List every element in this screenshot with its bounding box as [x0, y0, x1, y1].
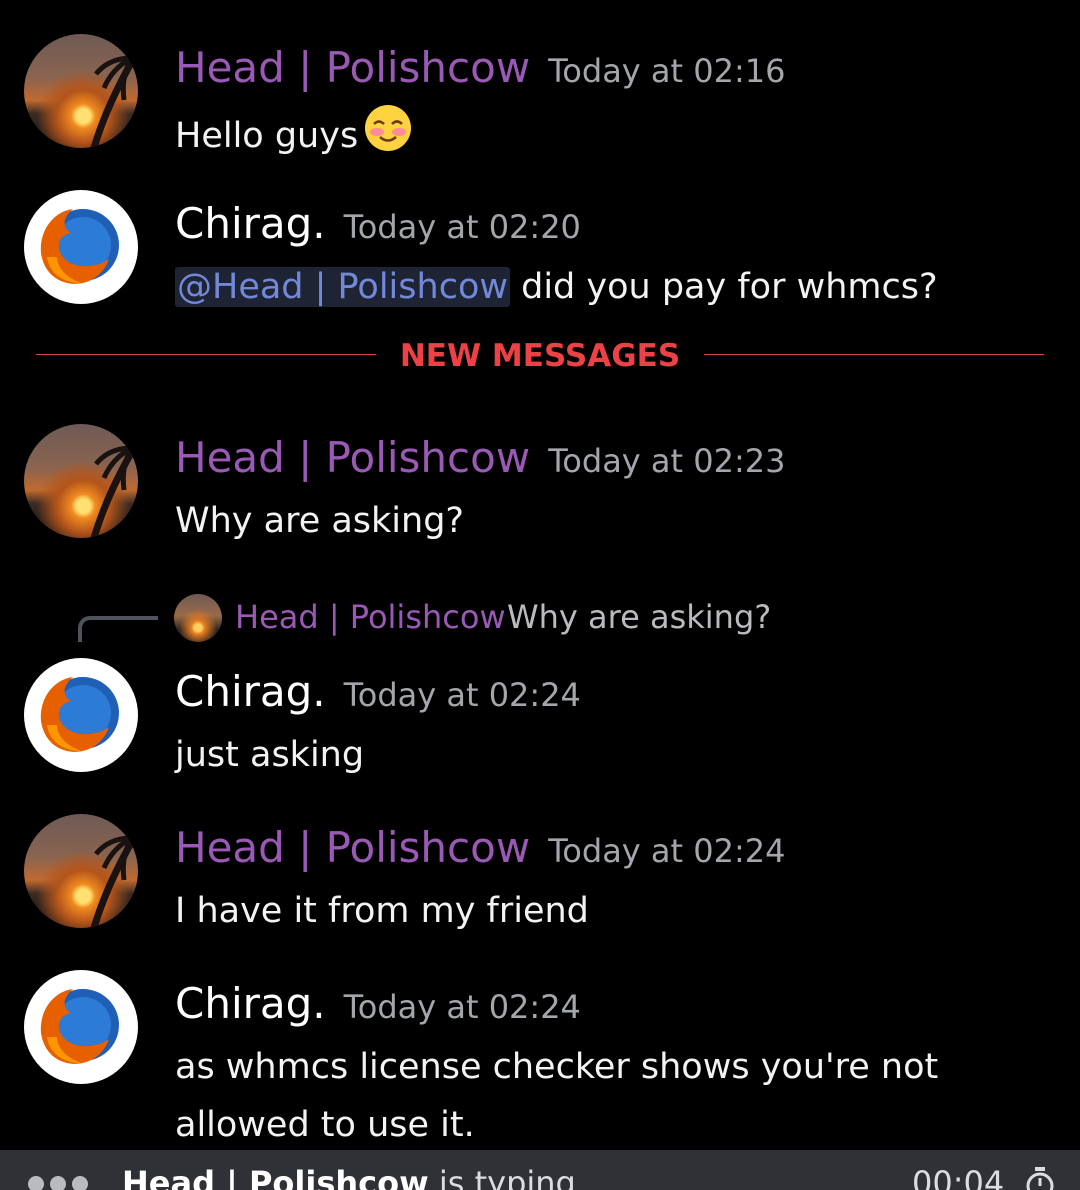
message-text: did you pay for whmcs?	[509, 267, 938, 307]
message-header: Chirag. Today at 02:24	[175, 666, 581, 718]
typing-indicator-bar: Head | Polishcow is typing... 00:04	[0, 1150, 1080, 1190]
message-content: as whmcs license checker shows you're no…	[175, 1038, 938, 1096]
reply-spine	[78, 616, 158, 642]
reply-username[interactable]: Head | Polishcow	[235, 598, 506, 636]
firefox-icon	[40, 209, 119, 284]
message-header: Head | Polishcow Today at 02:23	[175, 432, 785, 484]
username[interactable]: Head | Polishcow	[175, 43, 530, 92]
message: Chirag. Today at 02:24 just asking	[0, 658, 1080, 778]
chat-view: Head | Polishcow Today at 02:16 Hello guy…	[0, 0, 1080, 1190]
message-header: Head | Polishcow Today at 02:24	[175, 822, 785, 874]
reply-text[interactable]: Why are asking?	[507, 598, 771, 636]
avatar[interactable]	[24, 34, 138, 148]
timestamp: Today at 02:24	[548, 832, 786, 870]
message-content: Why are asking?	[175, 492, 464, 550]
message-header: Chirag. Today at 02:20	[175, 198, 581, 250]
avatar[interactable]	[24, 658, 138, 772]
avatar[interactable]	[24, 190, 138, 304]
message-text: just asking	[175, 735, 365, 775]
typing-suffix: is typing...	[428, 1164, 607, 1190]
palm-tree-icon	[90, 442, 138, 538]
message-content: allowed to use it.	[175, 1096, 475, 1154]
timestamp: Today at 02:24	[343, 988, 581, 1026]
message: Chirag. Today at 02:20 @Head | Polishcow …	[0, 190, 1080, 320]
palm-tree-icon	[90, 832, 138, 928]
message: Head | Polishcow Today at 02:23 Why are a…	[0, 424, 1080, 544]
stopwatch-icon	[1024, 1164, 1056, 1190]
divider-label: NEW MESSAGES	[36, 336, 1044, 376]
timestamp: Today at 02:23	[548, 442, 786, 480]
username[interactable]: Head | Polishcow	[175, 433, 530, 482]
firefox-icon	[40, 989, 119, 1064]
avatar[interactable]	[24, 814, 138, 928]
slowmode-timer: 00:04	[912, 1164, 1005, 1190]
typing-username: Head | Polishcow	[122, 1164, 429, 1190]
timestamp: Today at 02:24	[343, 676, 581, 714]
message-text: Why are asking?	[175, 501, 465, 541]
typing-dots-icon	[28, 1176, 94, 1190]
username[interactable]: Chirag.	[175, 199, 326, 248]
timestamp: Today at 02:20	[343, 208, 581, 246]
message-content: just asking	[175, 726, 364, 784]
message: Chirag. Today at 02:24 as whmcs license c…	[0, 970, 1080, 1150]
firefox-icon	[40, 677, 119, 752]
message-content: Hello guys	[175, 104, 412, 170]
smiling-face-with-blush-icon	[364, 104, 412, 170]
reply-reference[interactable]: Head | Polishcow Why are asking?	[0, 590, 1080, 650]
new-messages-divider: NEW MESSAGES	[36, 336, 1044, 376]
typing-text: Head | Polishcow is typing...	[122, 1164, 606, 1190]
message-text-line: allowed to use it.	[175, 1105, 475, 1145]
message-content: @Head | Polishcow did you pay for whmcs?	[175, 258, 938, 316]
reply-avatar	[174, 594, 222, 642]
message-text: Hello guys	[175, 116, 359, 156]
username[interactable]: Head | Polishcow	[175, 823, 530, 872]
palm-tree-icon	[90, 52, 138, 148]
message-header: Chirag. Today at 02:24	[175, 978, 581, 1030]
message-content: I have it from my friend	[175, 882, 589, 940]
message-text-line: as whmcs license checker shows you're no…	[175, 1047, 939, 1087]
message-header: Head | Polishcow Today at 02:16	[175, 42, 785, 94]
message: Head | Polishcow Today at 02:16 Hello guy…	[0, 34, 1080, 156]
username[interactable]: Chirag.	[175, 979, 326, 1028]
avatar[interactable]	[24, 424, 138, 538]
avatar[interactable]	[24, 970, 138, 1084]
username[interactable]: Chirag.	[175, 667, 326, 716]
timestamp: Today at 02:16	[548, 52, 786, 90]
message-text: I have it from my friend	[175, 891, 589, 931]
user-mention[interactable]: @Head | Polishcow	[175, 267, 510, 307]
message: Head | Polishcow Today at 02:24 I have it…	[0, 814, 1080, 934]
